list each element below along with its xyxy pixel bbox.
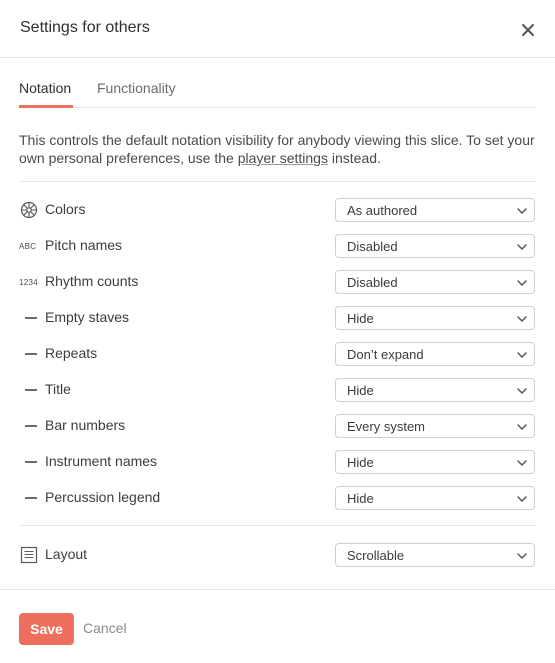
1234-icon: 1234 (19, 277, 38, 287)
chevron-down-icon (517, 208, 527, 214)
percussion-legend-select[interactable]: Hide (335, 486, 535, 510)
title-select[interactable]: Hide (335, 378, 535, 402)
repeats-select[interactable]: Don’t expand (335, 342, 535, 366)
setting-label: Instrument names (45, 453, 158, 469)
select-value: Hide (347, 383, 374, 398)
divider (19, 181, 535, 182)
rhythm-counts-select[interactable]: Disabled (335, 270, 535, 294)
setting-row-repeats: Repeats Don’t expand (19, 342, 535, 366)
settings-dialog: Settings for others Notation Functionali… (0, 0, 555, 663)
chevron-down-icon (517, 244, 527, 250)
dash-icon (19, 306, 39, 330)
setting-row-bar-numbers: Bar numbers Every system (19, 414, 535, 438)
dash-icon (19, 486, 39, 510)
setting-row-percussion-legend: Percussion legend Hide (19, 486, 535, 510)
setting-row-pitch-names: ABC Pitch names Disabled (19, 234, 535, 258)
tab-notation[interactable]: Notation (19, 80, 71, 96)
setting-label: Layout (45, 546, 88, 562)
setting-row-colors: Colors As authored (19, 198, 535, 222)
setting-label: Bar numbers (45, 417, 126, 433)
setting-label: Title (45, 381, 71, 397)
chevron-down-icon (517, 460, 527, 466)
select-value: Hide (347, 455, 374, 470)
dash-icon (19, 342, 39, 366)
save-button[interactable]: Save (19, 613, 74, 645)
dialog-footer: Save Cancel (0, 589, 555, 663)
empty-staves-select[interactable]: Hide (335, 306, 535, 330)
dash-icon (19, 414, 39, 438)
close-icon (522, 24, 534, 36)
setting-label: Pitch names (45, 237, 123, 253)
chevron-down-icon (517, 352, 527, 358)
layout-select[interactable]: Scrollable (335, 543, 535, 567)
select-value: As authored (347, 203, 418, 218)
chevron-down-icon (517, 553, 527, 559)
setting-label: Empty staves (45, 309, 130, 325)
select-value: Disabled (347, 239, 398, 254)
document-icon (19, 543, 39, 567)
chevron-down-icon (517, 388, 527, 394)
setting-row-empty-staves: Empty staves Hide (19, 306, 535, 330)
tab-bar: Notation Functionality (19, 70, 535, 108)
select-value: Hide (347, 491, 374, 506)
dash-icon (19, 450, 39, 474)
setting-label: Rhythm counts (45, 273, 139, 289)
setting-row-title: Title Hide (19, 378, 535, 402)
colors-select[interactable]: As authored (335, 198, 535, 222)
dialog-header: Settings for others (0, 0, 555, 58)
setting-row-layout: Layout Scrollable (19, 543, 535, 567)
chevron-down-icon (517, 424, 527, 430)
setting-label: Percussion legend (45, 489, 161, 505)
abc-icon: ABC (19, 241, 37, 251)
dash-icon (19, 378, 39, 402)
bar-numbers-select[interactable]: Every system (335, 414, 535, 438)
description-text-after: instead. (327, 150, 381, 166)
setting-label: Colors (45, 201, 86, 217)
select-value: Every system (347, 419, 426, 434)
chevron-down-icon (517, 316, 527, 322)
instrument-names-select[interactable]: Hide (335, 450, 535, 474)
player-settings-link[interactable]: player settings (238, 150, 328, 166)
select-value: Scrollable (347, 548, 405, 563)
setting-row-rhythm-counts: 1234 Rhythm counts Disabled (19, 270, 535, 294)
select-value: Hide (347, 311, 374, 326)
tab-functionality[interactable]: Functionality (97, 80, 176, 96)
chevron-down-icon (517, 496, 527, 502)
setting-row-instrument-names: Instrument names Hide (19, 450, 535, 474)
color-wheel-icon (19, 198, 39, 222)
setting-label: Repeats (45, 345, 98, 361)
description-text: This controls the default notation visib… (19, 131, 535, 167)
pitch-names-select[interactable]: Disabled (335, 234, 535, 258)
close-button[interactable] (518, 20, 538, 40)
active-tab-indicator (19, 105, 73, 108)
cancel-button[interactable]: Cancel (83, 620, 127, 636)
divider (19, 525, 535, 526)
select-value: Don’t expand (347, 347, 424, 362)
dialog-title: Settings for others (20, 19, 150, 36)
select-value: Disabled (347, 275, 398, 290)
chevron-down-icon (517, 280, 527, 286)
